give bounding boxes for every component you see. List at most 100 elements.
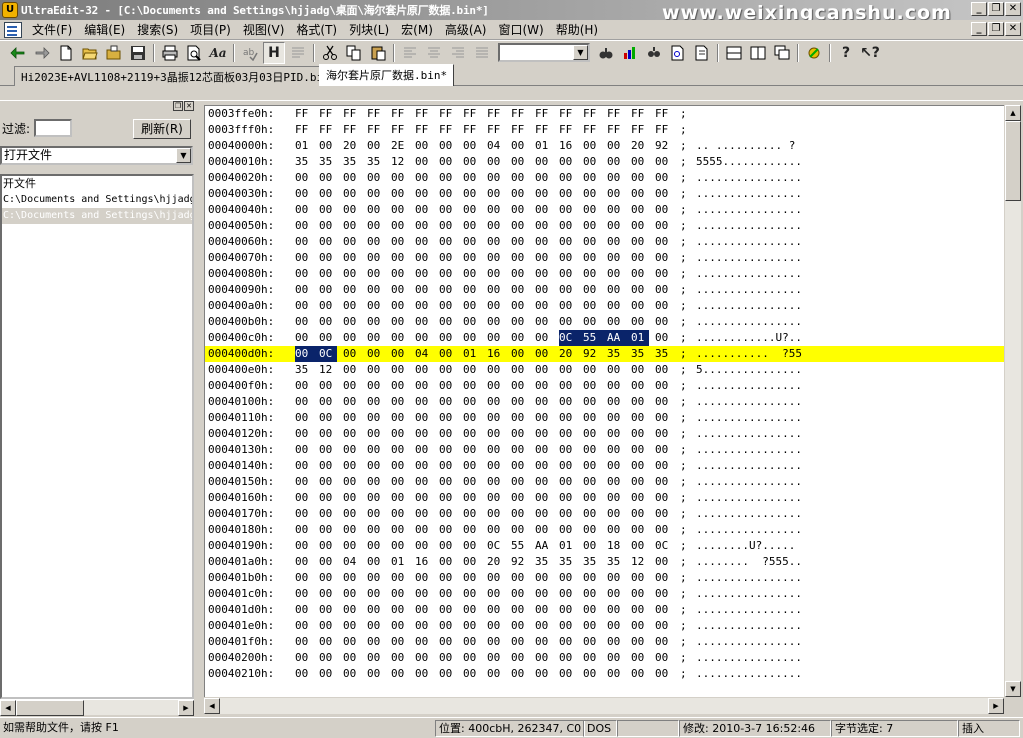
hex-ascii[interactable]: ........ ?555.. (696, 554, 802, 570)
paste-icon[interactable] (367, 42, 389, 64)
hex-byte[interactable]: 00 (415, 410, 433, 426)
hex-byte[interactable]: FF (343, 106, 361, 122)
hex-byte[interactable]: 00 (415, 570, 433, 586)
hex-byte[interactable]: 00 (631, 410, 649, 426)
hex-byte[interactable]: 00 (343, 202, 361, 218)
hex-byte[interactable]: 00 (367, 634, 385, 650)
hex-byte[interactable]: 00 (655, 506, 673, 522)
hex-byte[interactable]: 00 (607, 282, 625, 298)
hex-ascii[interactable]: ................ (696, 410, 802, 426)
hex-byte[interactable]: 00 (391, 378, 409, 394)
hex-byte[interactable]: 00 (535, 378, 553, 394)
hex-byte[interactable]: 00 (655, 314, 673, 330)
open-files-select[interactable]: 打开文件 ▼ (0, 146, 193, 165)
hex-byte[interactable]: 00 (535, 298, 553, 314)
hex-byte[interactable]: FF (607, 122, 625, 138)
macro-icon[interactable] (803, 42, 825, 64)
hex-byte[interactable]: 00 (439, 634, 457, 650)
hex-byte[interactable]: FF (367, 122, 385, 138)
hex-byte[interactable]: 00 (295, 618, 313, 634)
hex-byte[interactable]: 00 (487, 250, 505, 266)
copy-icon[interactable] (343, 42, 365, 64)
menu-item[interactable]: 搜索(S) (131, 21, 184, 39)
hex-byte[interactable]: 00 (487, 410, 505, 426)
hex-byte[interactable]: 00 (295, 442, 313, 458)
hex-byte[interactable]: 00 (631, 378, 649, 394)
hex-byte[interactable]: 00 (391, 282, 409, 298)
hex-byte[interactable]: 00 (415, 218, 433, 234)
hex-byte[interactable]: 00 (295, 602, 313, 618)
hex-byte[interactable]: FF (439, 122, 457, 138)
print-icon[interactable] (159, 42, 181, 64)
hex-byte[interactable]: 00 (583, 234, 601, 250)
hex-row[interactable]: 0003fff0h: FF FF FF FF FF FF FF FF FF FF FF FF FF FF FF… (205, 122, 1004, 138)
hex-byte[interactable]: 00 (631, 266, 649, 282)
hex-byte[interactable]: 01 (559, 538, 577, 554)
hex-byte[interactable]: 00 (295, 250, 313, 266)
hex-byte[interactable]: 00 (319, 650, 337, 666)
print-preview-icon[interactable] (183, 42, 205, 64)
hex-byte[interactable]: 00 (463, 186, 481, 202)
hex-byte[interactable]: 00 (367, 522, 385, 538)
hex-byte[interactable]: 00 (631, 234, 649, 250)
hex-byte[interactable]: 00 (367, 666, 385, 682)
hex-byte[interactable]: 00 (343, 538, 361, 554)
hex-byte[interactable]: 00 (583, 474, 601, 490)
hex-byte[interactable]: 00 (511, 362, 529, 378)
hex-byte[interactable]: 00 (511, 202, 529, 218)
hex-byte[interactable]: 00 (535, 650, 553, 666)
hex-byte[interactable]: 00 (463, 410, 481, 426)
hex-byte[interactable]: FF (487, 106, 505, 122)
hex-byte[interactable]: 00 (367, 442, 385, 458)
hex-byte[interactable]: 00 (559, 666, 577, 682)
doc-minimize-icon[interactable]: _ (971, 22, 987, 36)
hex-byte[interactable]: FF (391, 106, 409, 122)
hex-byte[interactable]: 00 (439, 346, 457, 362)
hex-byte[interactable]: 00 (415, 362, 433, 378)
hex-byte[interactable]: 00 (559, 186, 577, 202)
hex-byte[interactable]: 04 (487, 138, 505, 154)
hex-byte[interactable]: 00 (295, 378, 313, 394)
hex-byte[interactable]: 00 (367, 234, 385, 250)
hex-byte[interactable]: 00 (559, 170, 577, 186)
hex-byte[interactable]: 00 (439, 666, 457, 682)
hex-byte[interactable]: 00 (391, 650, 409, 666)
save-icon[interactable] (127, 42, 149, 64)
hex-row[interactable]: 000400c0h: 00 00 00 00 00 00 00 00 00 00 00 0C 55 AA 01… (205, 330, 1004, 346)
hex-byte[interactable]: 00 (295, 506, 313, 522)
hex-row[interactable]: 000400e0h: 35 12 00 00 00 00 00 00 00 00 00 00 00 00 00… (205, 362, 1004, 378)
hex-byte[interactable]: 00 (631, 154, 649, 170)
hex-row[interactable]: 00040000h: 01 00 20 00 2E 00 00 00 04 00 01 16 00 00 20… (205, 138, 1004, 154)
hex-byte[interactable]: 00 (487, 170, 505, 186)
hex-byte[interactable]: 00 (559, 522, 577, 538)
hex-byte[interactable]: 00 (319, 458, 337, 474)
hex-byte[interactable]: 00 (415, 522, 433, 538)
hex-byte[interactable]: 00 (607, 474, 625, 490)
hex-byte[interactable]: 00 (631, 394, 649, 410)
hex-byte[interactable]: 00 (559, 282, 577, 298)
hex-byte[interactable]: 00 (343, 618, 361, 634)
hex-byte[interactable]: 00 (367, 170, 385, 186)
hex-byte[interactable]: 00 (511, 602, 529, 618)
hex-byte[interactable]: 00 (415, 282, 433, 298)
hex-byte[interactable]: 35 (631, 346, 649, 362)
hex-byte[interactable]: 00 (631, 314, 649, 330)
hex-byte[interactable]: 00 (415, 426, 433, 442)
hex-byte[interactable]: FF (511, 122, 529, 138)
hex-byte[interactable]: FF (511, 106, 529, 122)
hex-byte[interactable]: 00 (535, 666, 553, 682)
hex-ascii[interactable]: ................ (696, 618, 802, 634)
hex-byte[interactable]: 00 (463, 634, 481, 650)
hex-byte[interactable]: 00 (559, 618, 577, 634)
hex-byte[interactable]: 00 (559, 474, 577, 490)
hex-row[interactable]: 00040130h: 00 00 00 00 00 00 00 00 00 00 00 00 00 00 00… (205, 442, 1004, 458)
hex-byte[interactable]: 0C (655, 538, 673, 554)
hex-byte[interactable]: 00 (463, 490, 481, 506)
hex-byte[interactable]: 00 (463, 330, 481, 346)
hex-byte[interactable]: 35 (583, 554, 601, 570)
hex-row[interactable]: 00040060h: 00 00 00 00 00 00 00 00 00 00 00 00 00 00 00… (205, 234, 1004, 250)
hex-byte[interactable]: 00 (415, 602, 433, 618)
hex-row[interactable]: 00040210h: 00 00 00 00 00 00 00 00 00 00 00 00 00 00 00… (205, 666, 1004, 682)
hex-byte[interactable]: 00 (535, 362, 553, 378)
hex-byte[interactable]: 00 (439, 586, 457, 602)
